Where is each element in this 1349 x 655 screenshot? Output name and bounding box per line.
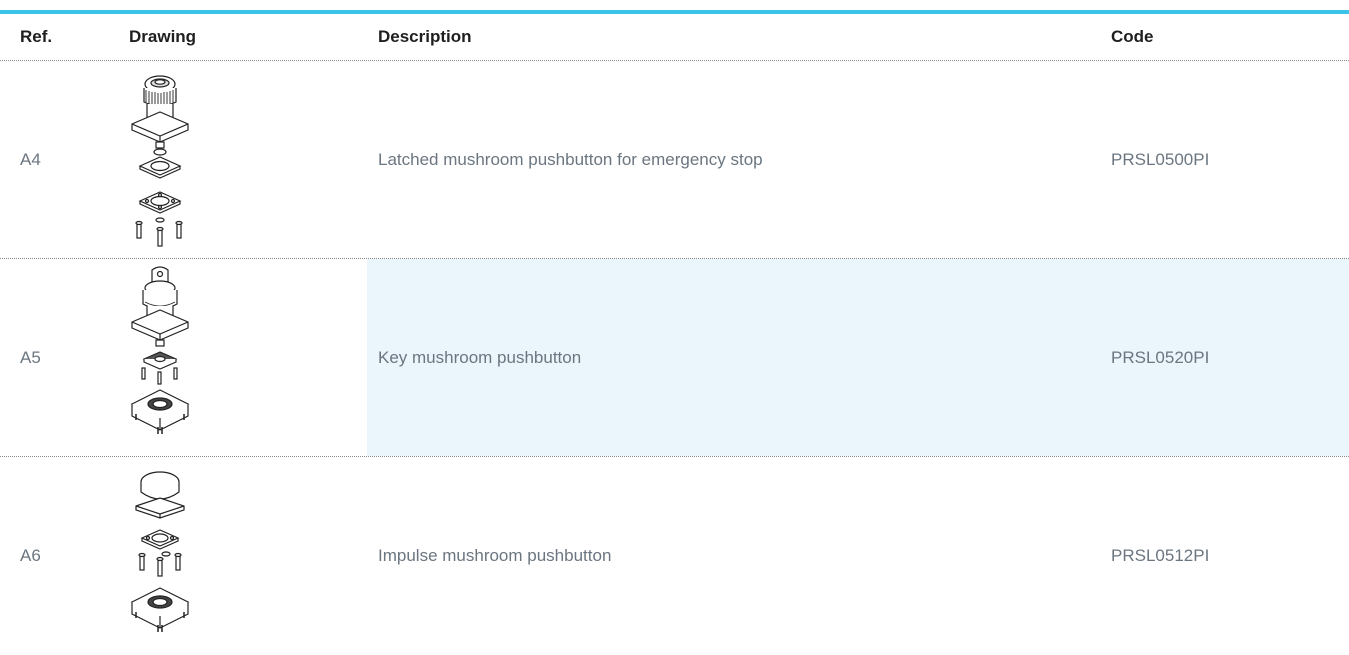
product-table: Ref. Drawing Description Code A4 Latched… [0, 10, 1349, 654]
table-row[interactable]: A6 Impulse mushroom pushbutton PRSL0512P… [0, 457, 1349, 654]
table-row[interactable]: A4 Latched mushroom pushbutton for emerg… [0, 61, 1349, 259]
column-header-ref[interactable]: Ref. [20, 14, 52, 60]
column-header-code[interactable]: Code [1111, 14, 1154, 60]
row-ref: A5 [20, 348, 41, 367]
row-code: PRSL0520PI [1111, 348, 1210, 367]
row-ref: A4 [20, 150, 41, 169]
row-description: Impulse mushroom pushbutton [378, 546, 612, 565]
table-row[interactable]: A5 Key mushroom pushbutton PRSL0520PI [0, 259, 1349, 457]
row-ref: A6 [20, 546, 41, 565]
row-code: PRSL0500PI [1111, 150, 1210, 169]
row-description: Key mushroom pushbutton [378, 348, 582, 367]
column-header-drawing[interactable]: Drawing [129, 14, 196, 60]
row-description: Latched mushroom pushbutton for emergenc… [378, 150, 763, 169]
table-header: Ref. Drawing Description Code [0, 14, 1349, 61]
latched-mushroom-pushbutton-drawing-icon [110, 66, 210, 254]
key-mushroom-pushbutton-drawing-icon [110, 264, 210, 452]
column-header-description[interactable]: Description [378, 14, 472, 60]
row-code: PRSL0512PI [1111, 546, 1210, 565]
impulse-mushroom-pushbutton-drawing-icon [110, 462, 210, 650]
